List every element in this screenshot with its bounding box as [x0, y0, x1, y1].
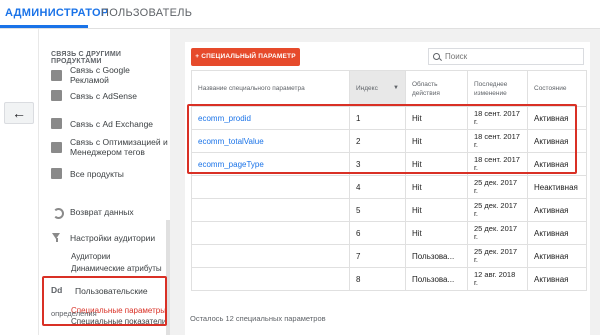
table-row[interactable]: 4 Hit 25 дек. 2017 г. Неактивная [191, 175, 587, 199]
cell-scope: Пользова... [405, 244, 468, 268]
tab-user[interactable]: ПОЛЬЗОВАТЕЛЬ [101, 7, 192, 19]
column-header-scope[interactable]: Область действия [405, 70, 468, 107]
table-header-row: Название специального параметра Индекс ▼ … [191, 70, 587, 107]
column-header-index-label: Индекс [356, 85, 378, 92]
cell-name [191, 267, 350, 291]
top-tabs-bar: АДМИНИСТРАТОР ПОЛЬЗОВАТЕЛЬ [0, 0, 600, 28]
all-products-icon [51, 168, 62, 179]
back-button[interactable]: ← [4, 102, 34, 124]
sidebar-item-audience-settings[interactable]: Настройки аудитории [51, 232, 155, 243]
column-header-name[interactable]: Название специального параметра [191, 70, 350, 107]
highlight-box-sidebar [42, 276, 167, 326]
cell-state: Активная [527, 244, 587, 268]
cell-index: 6 [349, 221, 406, 245]
cell-state: Активная [527, 267, 587, 291]
cell-updated: 25 дек. 2017 г. [467, 244, 528, 268]
cell-name [191, 198, 350, 222]
column-header-updated[interactable]: Последнее изменение [467, 70, 528, 107]
adsense-icon [51, 90, 62, 101]
cell-updated: 12 авг. 2018 г. [467, 267, 528, 291]
sidebar-heading: СВЯЗЬ С ДРУГИМИ ПРОДУКТАМИ [51, 51, 122, 65]
left-gutter: ← [0, 29, 38, 335]
highlight-box-table [187, 104, 577, 174]
search-icon [433, 53, 440, 60]
cell-state: Активная [527, 198, 587, 222]
cell-index: 4 [349, 175, 406, 199]
column-header-state[interactable]: Состояние [527, 70, 587, 107]
cell-state: Неактивная [527, 175, 587, 199]
cell-scope: Hit [405, 175, 468, 199]
sidebar-item-ad-exchange[interactable]: Связь с Ad Exchange [51, 118, 153, 129]
funnel-icon [51, 232, 62, 243]
cell-updated: 25 дек. 2017 г. [467, 175, 528, 199]
sidebar-sub-audiences[interactable]: Аудитории [71, 252, 111, 261]
cell-scope: Пользова... [405, 267, 468, 291]
cell-name [191, 221, 350, 245]
optimize-icon [51, 141, 62, 153]
ad-exchange-icon [51, 118, 62, 129]
cell-index: 8 [349, 267, 406, 291]
table-row[interactable]: 5 Hit 25 дек. 2017 г. Активная [191, 198, 587, 222]
data-return-icon [51, 206, 64, 219]
cell-index: 7 [349, 244, 406, 268]
cell-scope: Hit [405, 198, 468, 222]
remaining-count: Осталось 12 специальных параметров [190, 314, 326, 323]
sidebar-item-adsense[interactable]: Связь с AdSense [51, 90, 137, 101]
table-row[interactable]: 6 Hit 25 дек. 2017 г. Активная [191, 221, 587, 245]
search-input[interactable] [445, 52, 575, 61]
cell-updated: 25 дек. 2017 г. [467, 198, 528, 222]
tab-admin[interactable]: АДМИНИСТРАТОР [5, 7, 109, 19]
sort-down-icon: ▼ [393, 85, 399, 91]
cell-name [191, 175, 350, 199]
cell-index: 5 [349, 198, 406, 222]
google-ads-icon [51, 69, 62, 81]
sidebar-item-all-products[interactable]: Все продукты [51, 168, 124, 179]
sidebar-sub-dynamic-attributes[interactable]: Динамические атрибуты [71, 264, 162, 273]
table-row[interactable]: 7 Пользова... 25 дек. 2017 г. Активная [191, 244, 587, 268]
sidebar-item-optimize[interactable]: Связь с Оптимизацией и Менеджером тегов [51, 137, 169, 157]
sidebar-item-google-ads[interactable]: Связь с Google Рекламой [51, 65, 170, 85]
cell-scope: Hit [405, 221, 468, 245]
column-header-index[interactable]: Индекс ▼ [349, 70, 406, 107]
cell-updated: 25 дек. 2017 г. [467, 221, 528, 245]
cell-name [191, 244, 350, 268]
add-custom-dimension-button[interactable]: + СПЕЦИАЛЬНЫЙ ПАРАМЕТР [191, 48, 300, 66]
table-row[interactable]: 8 Пользова... 12 авг. 2018 г. Активная [191, 267, 587, 291]
search-box[interactable] [428, 48, 584, 65]
sidebar-item-data-return[interactable]: Возврат данных [51, 206, 134, 219]
cell-state: Активная [527, 221, 587, 245]
